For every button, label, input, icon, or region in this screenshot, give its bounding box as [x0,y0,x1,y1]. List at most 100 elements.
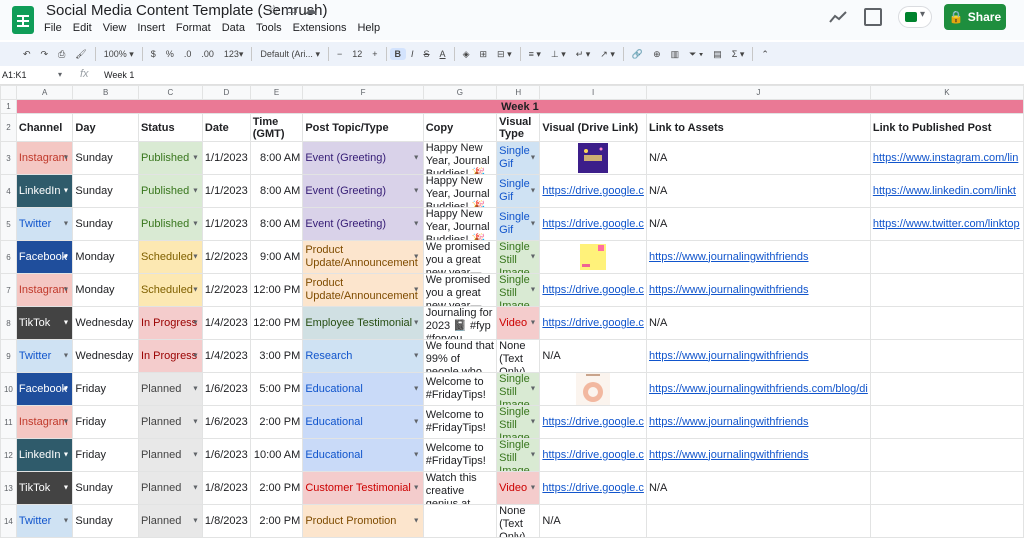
filter-views-icon[interactable]: ▤ [708,49,727,60]
dropdown-arrow-icon[interactable]: ▼ [413,518,420,525]
percent-button[interactable]: % [161,49,179,59]
font-select[interactable]: Default (Ari... ▾ [255,49,325,60]
assets-cell[interactable]: N/A [645,471,871,505]
select-all-corner[interactable] [0,85,17,100]
dropdown-arrow-icon[interactable]: ▼ [192,221,199,228]
status-cell[interactable]: Planned ▼ [137,438,203,472]
date-cell[interactable]: 1/6/2023 [201,438,251,472]
assets-cell[interactable]: N/A [645,174,871,208]
dropdown-arrow-icon[interactable]: ▼ [529,188,536,195]
column-header-j[interactable]: J [645,85,871,100]
time-cell[interactable]: 2:00 PM [249,405,304,439]
date-cell[interactable]: 1/2/2023 [201,240,251,274]
dropdown-arrow-icon[interactable]: ▼ [62,188,69,195]
published-cell[interactable] [869,504,1024,538]
menu-format[interactable]: Format [176,22,211,34]
dropdown-arrow-icon[interactable]: ▼ [62,155,69,162]
visual-link-cell-text[interactable]: https://drive.google.c [542,218,644,230]
column-header-k[interactable]: K [869,85,1024,100]
topic-cell[interactable]: Research ▼ [302,339,424,373]
currency-button[interactable]: $ [146,49,161,59]
status-cell[interactable]: Planned ▼ [137,471,203,505]
header-visual-link[interactable]: Visual (Drive Link) [539,113,647,142]
dropdown-arrow-icon[interactable]: ▼ [413,221,420,228]
merge-cells-icon[interactable]: ⊟ ▾ [492,49,517,60]
status-cell[interactable]: Published ▼ [137,141,203,175]
header-copy[interactable]: Copy [422,113,498,142]
visual-link-cell-text[interactable]: https://drive.google.c [542,482,644,494]
dropdown-arrow-icon[interactable]: ▼ [62,518,69,525]
dropdown-arrow-icon[interactable]: ▼ [529,419,536,426]
dropdown-arrow-icon[interactable]: ▼ [62,353,69,360]
column-header-b[interactable]: B [72,85,139,100]
name-box-dropdown-icon[interactable]: ▾ [58,70,62,79]
activity-dashboard-icon[interactable] [828,8,848,26]
date-cell[interactable]: 1/1/2023 [201,207,251,241]
move-folder-icon[interactable]: ▭ [286,2,304,17]
published-cell[interactable] [869,405,1024,439]
assets-cell[interactable]: https://www.journalingwithfriends [645,240,871,274]
visual-link-cell-text[interactable]: https://drive.google.c [542,185,644,197]
channel-cell[interactable]: Facebook ▼ [15,240,74,274]
font-decrease-icon[interactable]: − [332,49,347,59]
status-cell[interactable]: In Progress ▼ [137,306,203,340]
published-cell[interactable]: https://www.instagram.com/lin [869,141,1024,175]
copy-cell[interactable]: We promised you a great new year—so, so … [422,240,498,274]
visual-type-cell[interactable]: Single Still Image ▼ [496,240,541,274]
visual-link-cell[interactable] [539,372,647,406]
row-header[interactable]: 3 [0,141,17,175]
column-header-e[interactable]: E [249,85,304,100]
channel-cell[interactable]: TikTok ▼ [15,471,74,505]
star-icon[interactable]: ☆ [268,2,286,17]
status-cell[interactable]: Scheduled ▼ [137,273,203,307]
name-box[interactable]: A1:K1 [2,70,66,80]
published-cell-text[interactable]: https://www.instagram.com/lin [873,152,1019,164]
visual-type-cell[interactable]: Video ▼ [496,306,541,340]
dropdown-arrow-icon[interactable]: ▼ [413,287,420,294]
dropdown-arrow-icon[interactable]: ▼ [62,221,69,228]
visual-link-cell-text[interactable]: https://drive.google.c [542,284,644,296]
column-header-i[interactable]: I [539,85,647,100]
time-cell[interactable]: 2:00 PM [249,504,304,538]
column-header-h[interactable]: H [496,85,541,100]
date-cell[interactable]: 1/4/2023 [201,339,251,373]
text-rotation-icon[interactable]: ↗ ▾ [595,49,620,60]
dropdown-arrow-icon[interactable]: ▼ [413,155,420,162]
text-color-button[interactable]: A [435,49,451,59]
dropdown-arrow-icon[interactable]: ▼ [529,155,536,162]
header-status[interactable]: Status [137,113,203,142]
published-cell[interactable] [869,372,1024,406]
dropdown-arrow-icon[interactable]: ▼ [192,419,199,426]
time-cell[interactable]: 2:00 PM [249,471,304,505]
visual-link-cell[interactable] [539,141,647,175]
row-header[interactable]: 1 [0,99,17,114]
assets-cell-text[interactable]: https://www.journalingwithfriends.com/bl… [649,383,868,396]
assets-cell[interactable]: N/A [645,141,871,175]
topic-cell[interactable]: Educational ▼ [302,372,424,406]
header-day[interactable]: Day [72,113,139,142]
date-cell[interactable]: 1/1/2023 [201,174,251,208]
dropdown-arrow-icon[interactable]: ▼ [529,287,536,294]
menu-extensions[interactable]: Extensions [293,22,347,34]
day-cell[interactable]: Sunday [72,174,139,208]
header-channel[interactable]: Channel [15,113,74,142]
visual-link-cell[interactable]: https://drive.google.c [539,405,647,439]
row-header[interactable]: 6 [0,240,17,274]
column-header-a[interactable]: A [15,85,74,100]
menu-tools[interactable]: Tools [256,22,282,34]
dropdown-arrow-icon[interactable]: ▼ [192,353,199,360]
channel-cell[interactable]: TikTok ▼ [15,306,74,340]
published-cell[interactable] [869,306,1024,340]
visual-link-cell[interactable] [539,240,647,274]
row-header[interactable]: 9 [0,339,17,373]
assets-cell[interactable]: https://www.journalingwithfriends.com/bl… [645,372,871,406]
visual-type-cell[interactable]: Single Still Image ▼ [496,438,541,472]
published-cell-text[interactable]: https://www.linkedin.com/linkt [873,185,1016,197]
dropdown-arrow-icon[interactable]: ▼ [192,254,199,261]
row-header[interactable]: 13 [0,471,17,505]
day-cell[interactable]: Sunday [72,471,139,505]
comment-history-icon[interactable] [864,8,882,26]
copy-cell[interactable]: Happy New Year, Journal Buddies! 🎉 [422,207,498,241]
meet-icon[interactable] [898,6,932,28]
copy-cell[interactable]: Watch this creative genius at work 🧠 #fy… [422,471,498,505]
